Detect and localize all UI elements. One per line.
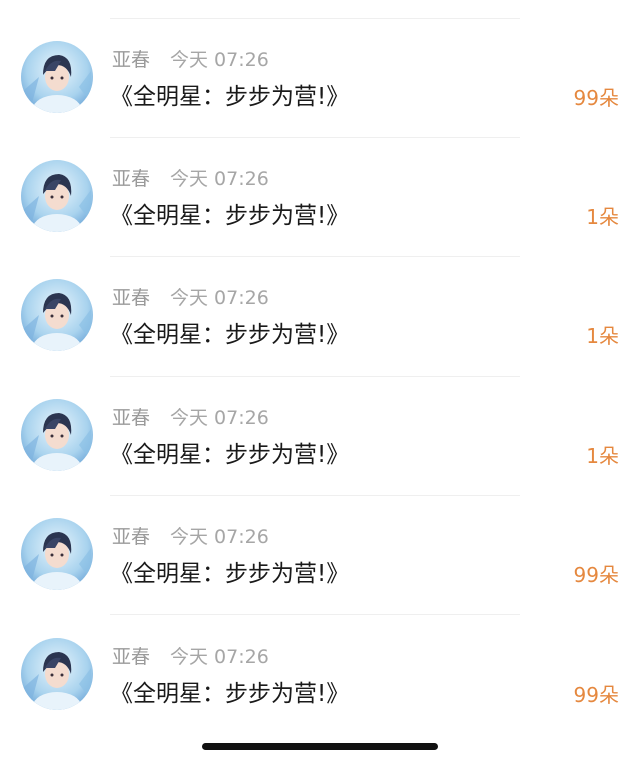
flower-count: 99朵 xyxy=(573,683,619,707)
avatar[interactable] xyxy=(21,279,93,351)
avatar-portrait-icon xyxy=(21,279,93,351)
avatar[interactable] xyxy=(21,518,93,590)
sender-name: 亚春 xyxy=(112,49,151,71)
list-item[interactable]: 亚春 今天 07:26 《全明星：步步为营!》 1朵 xyxy=(0,376,640,495)
list-item[interactable]: 亚春 今天 07:26 《全明星：步步为营!》 99朵 xyxy=(0,18,640,137)
message-title: 《全明星：步步为营!》 xyxy=(110,322,350,348)
message-title: 《全明星：步步为营!》 xyxy=(110,203,350,229)
message-time: 今天 07:26 xyxy=(170,407,269,429)
sender-name: 亚春 xyxy=(112,526,151,548)
message-time: 今天 07:26 xyxy=(170,168,269,190)
message-title: 《全明星：步步为营!》 xyxy=(110,84,350,110)
message-time: 今天 07:26 xyxy=(170,646,269,668)
avatar[interactable] xyxy=(21,160,93,232)
message-time: 今天 07:26 xyxy=(170,526,269,548)
sender-name: 亚春 xyxy=(112,168,151,190)
avatar[interactable] xyxy=(21,638,93,710)
sender-name: 亚春 xyxy=(112,407,151,429)
sender-name: 亚春 xyxy=(112,646,151,668)
home-indicator[interactable] xyxy=(202,743,438,750)
avatar-portrait-icon xyxy=(21,41,93,113)
avatar-portrait-icon xyxy=(21,518,93,590)
message-title: 《全明星：步步为营!》 xyxy=(110,561,350,587)
message-time: 今天 07:26 xyxy=(170,287,269,309)
list-item[interactable]: 亚春 今天 07:26 《全明星：步步为营!》 1朵 xyxy=(0,137,640,256)
avatar[interactable] xyxy=(21,399,93,471)
message-title: 《全明星：步步为营!》 xyxy=(110,681,350,707)
list-item[interactable]: 亚春 今天 07:26 《全明星：步步为营!》 99朵 xyxy=(0,615,640,734)
flower-count: 1朵 xyxy=(586,205,619,229)
message-title: 《全明星：步步为营!》 xyxy=(110,442,350,468)
flower-count: 1朵 xyxy=(586,324,619,348)
message-time: 今天 07:26 xyxy=(170,49,269,71)
flower-count: 1朵 xyxy=(586,444,619,468)
sender-name: 亚春 xyxy=(112,287,151,309)
flower-count: 99朵 xyxy=(573,86,619,110)
avatar-portrait-icon xyxy=(21,399,93,471)
avatar[interactable] xyxy=(21,41,93,113)
avatar-portrait-icon xyxy=(21,638,93,710)
list-item[interactable]: 亚春 今天 07:26 《全明星：步步为营!》 99朵 xyxy=(0,495,640,614)
flower-count: 99朵 xyxy=(573,563,619,587)
list-item[interactable]: 亚春 今天 07:26 《全明星：步步为营!》 1朵 xyxy=(0,256,640,375)
avatar-portrait-icon xyxy=(21,160,93,232)
